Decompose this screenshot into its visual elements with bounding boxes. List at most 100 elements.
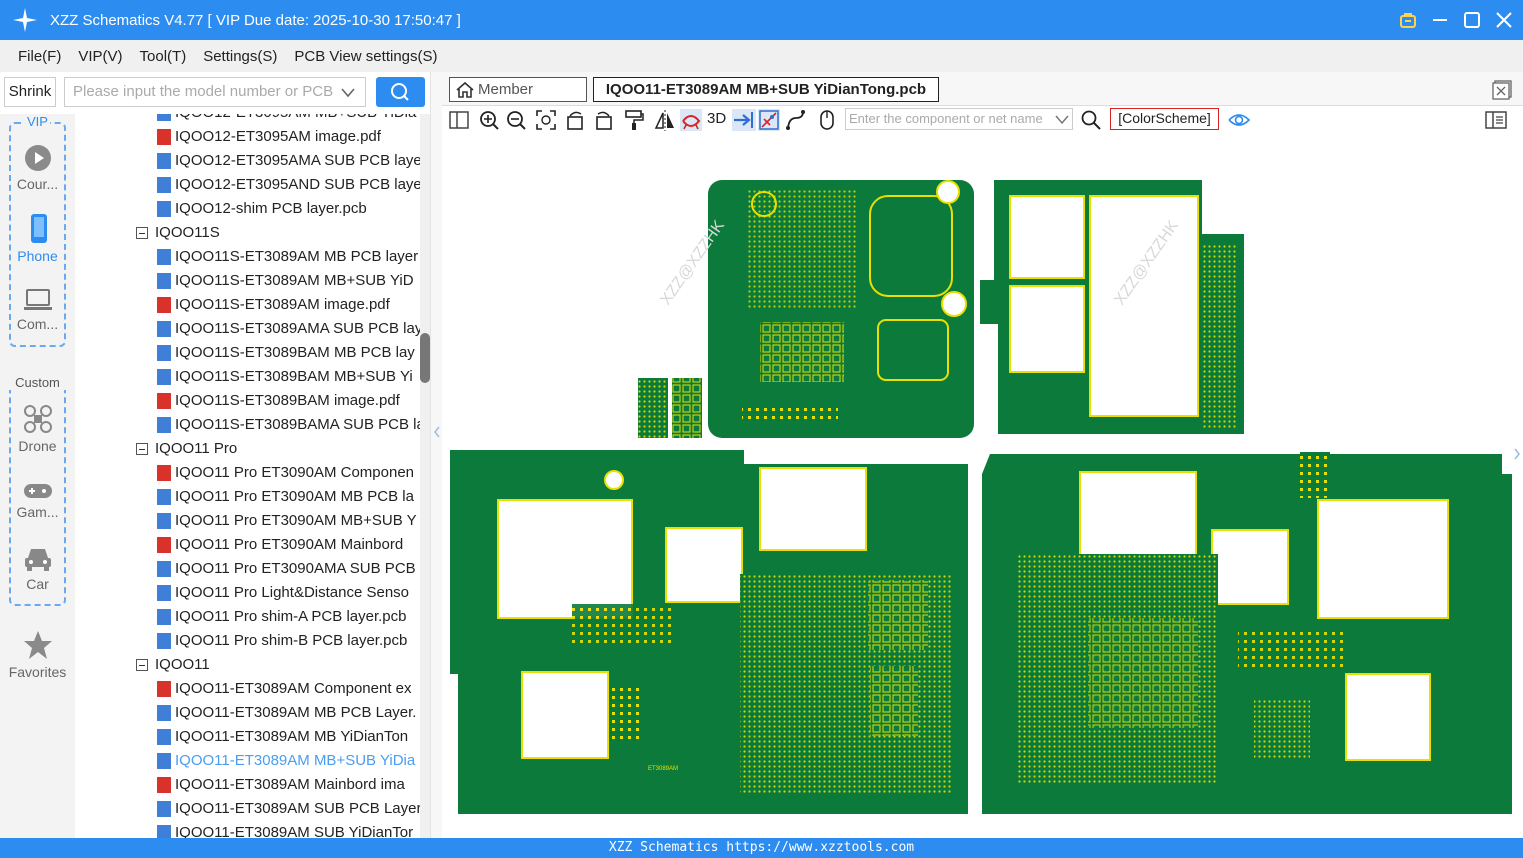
tree-folder-label: IQOO11S <box>155 224 220 241</box>
tree-file-pcb[interactable]: IQOO11-ET3089AM MB PCB Layer. <box>75 701 416 725</box>
menu-tool[interactable]: Tool(T) <box>140 48 187 65</box>
trace-path-icon[interactable] <box>785 109 807 131</box>
collapse-toggle-icon[interactable] <box>136 227 148 239</box>
tree-file-pdf[interactable]: IQOO11 Pro ET3090AM Componen <box>75 461 414 485</box>
collapse-toggle-icon[interactable] <box>136 443 148 455</box>
tree-file-pcb[interactable]: IQOO11S-ET3089AM MB PCB layer <box>75 245 418 269</box>
tree-file-pcb[interactable]: IQOO11 Pro ET3090AMA SUB PCB <box>75 557 416 581</box>
tree-file-label: IQOO11-ET3089AM MB PCB Layer. <box>175 704 417 721</box>
tree-file-pdf[interactable]: IQOO12-ET3095AM image.pdf <box>75 125 381 149</box>
nav-phone-label: Phone <box>17 248 58 264</box>
pcb-file-icon <box>157 561 171 577</box>
shrink-button[interactable]: Shrink <box>4 77 56 107</box>
flip-board-icon[interactable] <box>680 109 702 131</box>
pcb-file-icon <box>157 705 171 721</box>
minimize-icon[interactable] <box>1431 11 1449 29</box>
collapse-toggle-icon[interactable] <box>136 659 148 671</box>
tree-folder[interactable]: IQOO11 <box>75 653 210 677</box>
tree-file-pcb[interactable]: IQOO12-ET3095AND SUB PCB laye <box>75 173 420 197</box>
tree-file-pcb[interactable]: IQOO11S-ET3089AMA SUB PCB lay <box>75 317 420 341</box>
tree-file-pcb[interactable]: IQOO11S-ET3089BAMA SUB PCB la <box>75 413 420 437</box>
nav-favorites[interactable]: Favorites <box>0 630 75 680</box>
close-all-tabs-icon[interactable] <box>1492 80 1512 100</box>
tree-scrollbar[interactable] <box>420 114 430 838</box>
tree-folder[interactable]: IQOO11 Pro <box>75 437 237 461</box>
tree-file-pcb[interactable]: IQOO11-ET3089AM MB+SUB YiDia <box>75 749 415 773</box>
eye-icon[interactable] <box>1228 109 1250 131</box>
color-scheme-button[interactable]: [ColorScheme] <box>1110 108 1219 130</box>
search-button[interactable] <box>376 77 425 107</box>
menu-file[interactable]: File(F) <box>18 48 61 65</box>
chevron-down-icon[interactable] <box>341 85 355 101</box>
tree-file-label: IQOO11S-ET3089BAM MB+SUB Yi <box>175 368 413 385</box>
tree-file-pcb[interactable]: IQOO11-ET3089AM MB YiDianTon <box>75 725 408 749</box>
tree-file-pcb[interactable]: IQOO12-ET3095AMA SUB PCB laye <box>75 149 420 173</box>
mouse-icon[interactable] <box>816 109 838 131</box>
tree-file-pcb[interactable]: IQOO11 Pro ET3090AM MB PCB la <box>75 485 414 509</box>
component-search-input[interactable]: Enter the component or net name <box>845 108 1073 130</box>
side-panel-icon[interactable] <box>1485 109 1507 131</box>
nav-phone[interactable]: Phone <box>0 214 75 264</box>
tree-file-pdf[interactable]: IQOO11S-ET3089AM image.pdf <box>75 293 390 317</box>
tree-folder[interactable]: IQOO11S <box>75 221 220 245</box>
pcb-board-view[interactable]: XZZ@XZZHK XZZ@XZZHK ET3089AM <box>442 134 1523 838</box>
tab-active-pcb[interactable]: IQOO11-ET3089AM MB+SUB YiDianTong.pcb <box>593 77 939 102</box>
net-highlight-icon[interactable] <box>758 109 780 131</box>
tree-file-pcb[interactable]: IQOO11S-ET3089BAM MB PCB lay <box>75 341 415 365</box>
tree-file-label: IQOO11 Pro ET3090AM Componen <box>175 464 415 481</box>
collapse-right-icon[interactable] <box>1511 434 1523 474</box>
close-icon[interactable] <box>1495 11 1513 29</box>
pcb-canvas[interactable]: XZZ@XZZHK XZZ@XZZHK ET3089AM <box>442 134 1523 838</box>
tab-member-center[interactable]: Member Center <box>449 77 587 121</box>
rotate-left-icon[interactable] <box>565 109 587 131</box>
panel-splitter[interactable] <box>430 72 442 838</box>
menu-settings[interactable]: Settings(S) <box>203 48 277 65</box>
menu-pcb-view-settings[interactable]: PCB View settings(S) <box>294 48 437 65</box>
tree-file-pcb[interactable]: IQOO11 Pro shim-A PCB layer.pcb <box>75 605 406 629</box>
search-icon[interactable] <box>1080 109 1102 131</box>
tree-scroll-thumb[interactable] <box>420 333 430 383</box>
panel-toggle-icon[interactable] <box>448 109 470 131</box>
lower-left-board <box>450 450 968 814</box>
nav-car[interactable]: Car <box>0 546 75 592</box>
tree-file-pdf[interactable]: IQOO11 Pro ET3090AM Mainbord <box>75 533 403 557</box>
pdf-file-icon <box>157 129 171 145</box>
nav-computer[interactable]: Com... <box>0 288 75 332</box>
tree-file-pcb[interactable]: IQOO11 Pro ET3090AM MB+SUB Y <box>75 509 417 533</box>
custom-label: Custom <box>0 375 75 390</box>
tree-file-pcb[interactable]: IQOO11S-ET3089BAM MB+SUB Yi <box>75 365 413 389</box>
model-search-input[interactable]: Please input the model number or PCB <box>64 77 366 107</box>
zoom-out-icon[interactable] <box>505 109 527 131</box>
tree-file-pcb[interactable]: IQOO12-shim PCB layer.pcb <box>75 197 367 221</box>
nav-courses[interactable]: Cour... <box>0 144 75 192</box>
tree-file-label: IQOO11 Pro shim-B PCB layer.pcb <box>175 632 408 649</box>
pcb-file-icon <box>157 585 171 601</box>
tree-file-label: IQOO11 Pro ET3090AM Mainbord <box>175 536 404 553</box>
tree-file-pcb[interactable]: IQOO11-ET3089AM SUB PCB Layer <box>75 797 420 821</box>
tree-file-pdf[interactable]: IQOO11-ET3089AM Mainbord ima <box>75 773 405 797</box>
tree-file-pcb[interactable]: IQOO12-ET3095AM MB+SUB YiDia <box>75 114 416 125</box>
search-icon <box>391 83 409 101</box>
nav-drone[interactable]: Drone <box>0 404 75 454</box>
zoom-in-icon[interactable] <box>478 109 500 131</box>
view-3d-button[interactable]: 3D <box>707 110 726 127</box>
play-icon <box>24 145 51 171</box>
tree-file-pcb[interactable]: IQOO11 Pro shim-B PCB layer.pcb <box>75 629 407 653</box>
pcb-file-icon <box>157 753 171 769</box>
pcb-file-icon <box>157 114 171 121</box>
paint-brush-icon[interactable] <box>623 109 645 131</box>
menu-vip[interactable]: VIP(V) <box>78 48 122 65</box>
tree-file-pcb[interactable]: IQOO11S-ET3089AM MB+SUB YiD <box>75 269 414 293</box>
fit-view-icon[interactable] <box>535 109 557 131</box>
model-search-bar: Shrink Please input the model number or … <box>0 72 430 114</box>
tree-file-pcb[interactable]: IQOO11 Pro Light&Distance Senso <box>75 581 409 605</box>
tree-file-pdf[interactable]: IQOO11S-ET3089BAM image.pdf <box>75 389 400 413</box>
tree-file-pdf[interactable]: IQOO11-ET3089AM Component ex <box>75 677 412 701</box>
mirror-icon[interactable] <box>654 109 676 131</box>
vip-bag-icon[interactable] <box>1399 11 1417 29</box>
tree-file-pcb[interactable]: IQOO11-ET3089AM SUB YiDianTor <box>75 821 413 838</box>
rotate-right-icon[interactable] <box>592 109 614 131</box>
nav-games[interactable]: Gam... <box>0 482 75 520</box>
maximize-icon[interactable] <box>1463 11 1481 29</box>
top-layer-icon[interactable] <box>732 109 756 131</box>
